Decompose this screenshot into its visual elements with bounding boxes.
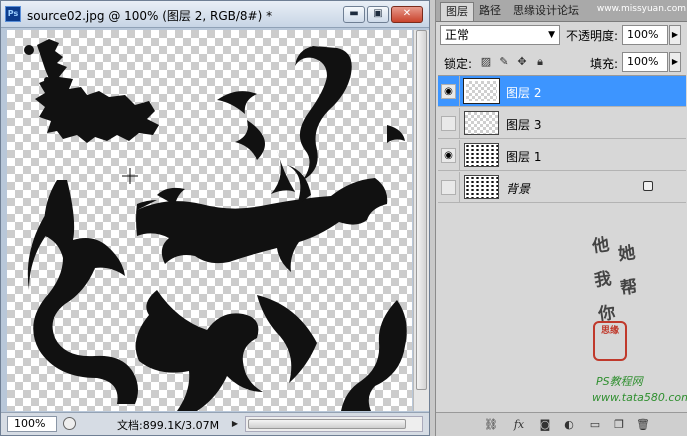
calligraphy-char: 帮	[619, 276, 639, 300]
dragon-shape-bottom-right	[341, 300, 407, 411]
dragon-silhouettes	[24, 39, 407, 411]
crosshair-cursor-icon	[122, 168, 138, 184]
photoshop-app-icon: Ps	[5, 6, 21, 22]
layers-panel-toolbar: ⛓ fx ◙ ◐ ▭ ❐ 🗑︎	[436, 412, 687, 436]
status-bar: 100% 文档:899.1K/3.07M ▶	[1, 412, 429, 435]
chevron-down-icon: ▼	[548, 30, 555, 40]
lock-image-brush-icon[interactable]: ✎	[498, 56, 510, 68]
fill-slider-arrow-icon[interactable]: ▶	[669, 52, 681, 72]
blend-mode-select[interactable]: 正常 ▼	[440, 25, 560, 45]
watermark-site-name: PS教程网	[596, 375, 643, 388]
document-titlebar[interactable]: Ps source02.jpg @ 100% (图层 2, RGB/8#) * …	[1, 1, 429, 28]
eye-hidden-box[interactable]	[441, 116, 456, 131]
dragon-shape-top-left	[24, 39, 159, 143]
zoom-level-field[interactable]: 100%	[7, 416, 57, 432]
horizontal-scrollbar[interactable]	[245, 416, 423, 432]
eye-icon[interactable]: ◉	[441, 148, 456, 163]
lock-position-move-icon[interactable]: ✥	[516, 56, 528, 68]
calligraphy-char: 我	[593, 268, 613, 292]
dragon-shape-bottom-middle	[135, 290, 317, 411]
window-controls: ▬ ▣ ✕	[343, 6, 423, 23]
document-title: source02.jpg @ 100% (图层 2, RGB/8#) *	[27, 9, 273, 23]
calligraphy-char: 他	[591, 234, 611, 258]
new-layer-icon[interactable]: ❐	[612, 418, 626, 432]
layer-thumbnail	[464, 79, 499, 103]
opacity-label: 不透明度:	[566, 29, 619, 43]
layer-row-layer-3[interactable]: 图层 3	[438, 108, 686, 139]
layer-style-fx-icon[interactable]: fx	[512, 418, 526, 432]
blend-mode-value: 正常	[445, 28, 470, 42]
tab-missyuan[interactable]: 思缘设计论坛	[508, 2, 584, 21]
lock-label: 锁定:	[444, 57, 473, 71]
document-window: Ps source02.jpg @ 100% (图层 2, RGB/8#) * …	[0, 0, 430, 436]
lock-icon	[643, 181, 653, 191]
dragon-shape-middle	[136, 165, 388, 272]
add-mask-icon[interactable]: ◙	[538, 418, 552, 432]
layer-thumbnail	[464, 111, 499, 135]
dragon-shape-bottom-left	[27, 180, 139, 404]
photoshop-workspace: Ps source02.jpg @ 100% (图层 2, RGB/8#) * …	[0, 0, 687, 436]
layer-row-layer-2[interactable]: ◉ 图层 2	[438, 76, 686, 107]
eye-icon[interactable]: ◉	[441, 84, 456, 99]
layer-name: 图层 1	[506, 150, 542, 164]
red-seal-stamp: 思缘	[593, 321, 627, 361]
layers-list: ◉ 图层 2 图层 3 ◉ 图层 1 背景 他 她 我 帮 你	[438, 75, 686, 410]
blend-mode-row: 正常 ▼ 不透明度: 100% ▶	[440, 25, 686, 47]
vertical-scroll-thumb[interactable]	[416, 30, 427, 390]
fill-field[interactable]: 100%	[622, 52, 668, 72]
info-icon[interactable]	[63, 417, 76, 430]
layer-name: 背景	[506, 182, 531, 196]
new-group-folder-icon[interactable]: ▭	[588, 418, 602, 432]
tab-layers[interactable]: 图层	[440, 2, 474, 21]
image-canvas[interactable]	[7, 30, 412, 411]
tab-paths[interactable]: 路径	[474, 2, 506, 21]
restore-button[interactable]: ▣	[367, 6, 389, 23]
calligraphy-char: 她	[617, 242, 637, 266]
minimize-button[interactable]: ▬	[343, 6, 365, 23]
document-size-info: 文档:899.1K/3.07M	[117, 419, 220, 432]
adjustment-layer-icon[interactable]: ◐	[562, 418, 576, 432]
vertical-scrollbar[interactable]	[413, 30, 429, 411]
eye-hidden-box[interactable]	[441, 180, 456, 195]
opacity-field[interactable]: 100%	[622, 25, 668, 45]
lock-row: 锁定: ▨ ✎ ✥ 🔒︎ 填充: 100% ▶	[440, 52, 686, 74]
layers-panel: 图层 路径 思缘设计论坛 www.missyuan.com 正常 ▼ 不透明度:…	[435, 0, 687, 436]
layer-row-layer-1[interactable]: ◉ 图层 1	[438, 140, 686, 171]
layer-thumbnail	[464, 175, 499, 199]
opacity-slider-arrow-icon[interactable]: ▶	[669, 25, 681, 45]
lock-transparent-icon[interactable]: ▨	[480, 56, 492, 68]
layer-name: 图层 2	[506, 86, 542, 100]
panel-tabs: 图层 路径 思缘设计论坛 www.missyuan.com	[436, 0, 687, 22]
trash-delete-icon[interactable]: 🗑︎	[636, 418, 650, 432]
dragon-shape-top-right	[217, 46, 405, 194]
site-watermark: www.missyuan.com	[596, 4, 686, 14]
status-menu-arrow-icon[interactable]: ▶	[229, 416, 241, 432]
lock-all-icon[interactable]: 🔒︎	[534, 56, 546, 68]
layer-name: 图层 3	[506, 118, 542, 132]
close-button[interactable]: ✕	[391, 6, 423, 23]
horizontal-scroll-thumb[interactable]	[248, 419, 406, 429]
layer-thumbnail	[464, 143, 499, 167]
link-layers-icon[interactable]: ⛓	[484, 418, 498, 432]
watermark-site-url: www.tata580.com	[592, 391, 687, 404]
layer-row-background[interactable]: 背景	[438, 172, 686, 203]
fill-label: 填充:	[590, 57, 619, 71]
